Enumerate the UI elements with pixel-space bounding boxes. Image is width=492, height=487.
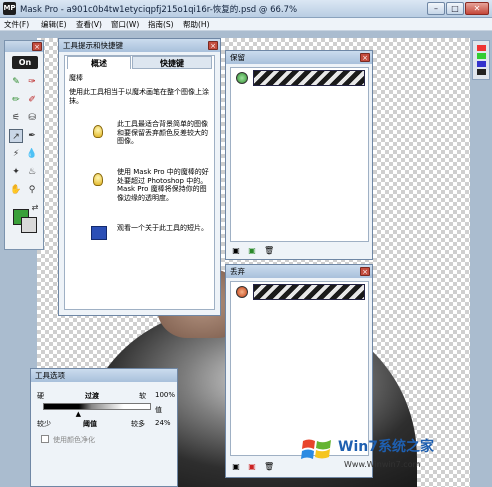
transition-slider[interactable] [43, 403, 151, 410]
magic-pen-icon[interactable]: ↗ [9, 129, 23, 143]
tools-titlebar[interactable]: × [5, 41, 43, 52]
close-button[interactable]: ✕ [465, 2, 489, 15]
tool-description: 使用此工具相当于以魔术画笔在整个图像上涂抹。 [69, 88, 209, 105]
drop-panel-title[interactable]: 丢弃 [226, 265, 372, 278]
wand-icon[interactable]: ⚡ [9, 147, 23, 161]
zoom-icon[interactable]: ⚲ [25, 183, 39, 197]
tool-name: 魔棒 [69, 74, 83, 82]
film-icon[interactable] [91, 226, 107, 240]
tab-overview[interactable]: 概述 [67, 56, 131, 69]
onone-logo: On [12, 56, 38, 69]
eyedropper-add-icon[interactable]: ▣ [248, 247, 256, 255]
paint-brush-icon[interactable]: ✏ [9, 93, 23, 107]
bucket-icon[interactable]: ⛁ [25, 111, 39, 125]
menu-bar: 文件(F) 编辑(E) 查看(V) 窗口(W) 指南(S) 帮助(H) [0, 18, 492, 31]
watermark-brand: Win7系统之家 [338, 439, 434, 455]
keep-dot-icon [236, 72, 248, 84]
drop-dot-icon [236, 286, 248, 298]
hints-panel: 工具提示和快捷键 × 概述 快捷键 魔棒 使用此工具相当于以魔术画笔在整个图像上… [58, 38, 221, 316]
hand-icon[interactable]: ✋ [9, 183, 23, 197]
app-icon: MP [3, 2, 16, 15]
tip-1: 此工具最适合背景简单的图像和要保留丢弃颜色反差较大的图像。 [117, 120, 208, 145]
brush-icon[interactable]: ✎ [9, 75, 23, 89]
value-label: 值 [155, 406, 162, 414]
purify-checkbox[interactable] [41, 435, 49, 443]
percent-bottom: 24% [155, 419, 171, 427]
window-title: Mask Pro - a901c0b4tw1etyciqpfj215o1qi16… [20, 5, 298, 15]
trash-icon[interactable]: 🗑 [264, 247, 274, 255]
swatch-black[interactable] [477, 69, 486, 75]
workspace-edge [470, 38, 492, 487]
hard-label: 硬 [37, 392, 44, 400]
tool-options-panel: 工具选项 硬 过渡 软 100% 值 ▲ 较少 阈值 较多 24% 使用颜色净化 [30, 368, 178, 487]
swatch-green[interactable] [477, 53, 486, 59]
lightbulb-icon [93, 173, 103, 186]
menu-edit[interactable]: 编辑(E) [41, 19, 67, 30]
burn-icon[interactable]: ♨ [25, 165, 39, 179]
watermark-url: Www.Winwin7.com [344, 460, 421, 469]
close-icon[interactable]: × [360, 53, 370, 62]
menu-window[interactable]: 窗口(W) [111, 19, 139, 30]
threshold-label: 阈值 [83, 420, 97, 428]
close-icon[interactable]: × [32, 42, 42, 51]
tip-3[interactable]: 观看一个关于此工具的短片。 [117, 224, 212, 233]
tip-2: 使用 Mask Pro 中的魔棒的好处要超过 Photoshop 中的。Mask… [117, 168, 209, 202]
percent-top: 100% [155, 391, 176, 399]
eyedropper-add-icon[interactable]: ▣ [248, 463, 256, 471]
drop-icon[interactable]: 💧 [25, 147, 39, 161]
new-swatch-icon[interactable]: ▣ [232, 463, 240, 471]
windows-logo [300, 433, 334, 467]
menu-view[interactable]: 查看(V) [76, 19, 102, 30]
keep-swatch[interactable] [253, 70, 365, 86]
keep-color-list[interactable] [230, 67, 369, 242]
less-label: 较少 [37, 420, 51, 428]
swatch-blue[interactable] [477, 61, 486, 67]
maximize-button[interactable]: □ [446, 2, 464, 15]
options-panel-title[interactable]: 工具选项 [31, 369, 177, 382]
more-label: 较多 [131, 420, 145, 428]
drop-swatch[interactable] [253, 284, 365, 300]
menu-guide[interactable]: 指南(S) [148, 19, 174, 30]
lightbulb-icon [93, 125, 103, 138]
hints-panel-title[interactable]: 工具提示和快捷键 [59, 39, 220, 52]
hints-content: 概述 快捷键 魔棒 使用此工具相当于以魔术画笔在整个图像上涂抹。 此工具最适合背… [64, 55, 215, 310]
close-icon[interactable]: × [208, 41, 218, 50]
slider-thumb[interactable]: ▲ [76, 410, 81, 418]
keep-panel: 保留 × ▣ ▣ 🗑 [225, 50, 373, 260]
minimize-button[interactable]: – [427, 2, 445, 15]
transition-label: 过渡 [85, 392, 99, 400]
soft-label: 软 [139, 392, 146, 400]
tools-palette: × On ✎ ✑ ✏ ✐ ⚟ ⛁ ↗ ✒ ⚡ 💧 ✦ ♨ ✋ ⚲ ⇄ [4, 40, 44, 250]
close-icon[interactable]: × [360, 267, 370, 276]
watermark: Win7系统之家 Www.Winwin7.com [330, 428, 490, 484]
menu-file[interactable]: 文件(F) [4, 19, 29, 30]
drop-color-swatch[interactable] [21, 217, 37, 233]
eyedropper-icon[interactable]: ✑ [25, 75, 39, 89]
new-swatch-icon[interactable]: ▣ [232, 247, 240, 255]
swatch-red[interactable] [477, 45, 486, 51]
pencil-icon[interactable]: ✐ [25, 93, 39, 107]
trash-icon[interactable]: 🗑 [264, 463, 274, 471]
color-mini-palette[interactable] [472, 40, 490, 80]
pen-icon[interactable]: ✒ [25, 129, 39, 143]
menu-help[interactable]: 帮助(H) [183, 19, 210, 30]
window-titlebar[interactable]: MP Mask Pro - a901c0b4tw1etyciqpfj215o1q… [0, 0, 492, 18]
swap-colors-icon[interactable]: ⇄ [28, 201, 42, 215]
purify-label: 使用颜色净化 [53, 436, 95, 444]
magic-brush-icon[interactable]: ⚟ [9, 111, 23, 125]
keep-panel-title[interactable]: 保留 [226, 51, 372, 64]
tab-shortcuts[interactable]: 快捷键 [132, 56, 212, 69]
sparkle-icon[interactable]: ✦ [9, 165, 23, 179]
